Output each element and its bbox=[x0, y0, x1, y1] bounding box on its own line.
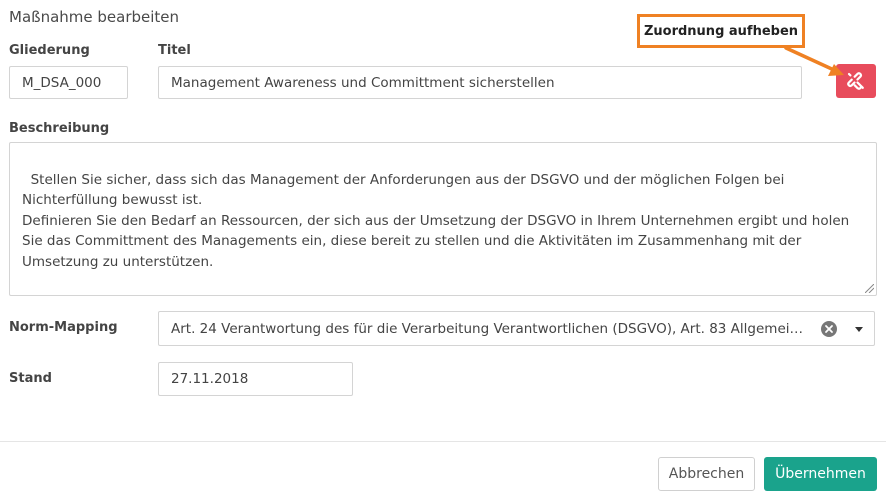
gliederung-field[interactable]: M_DSA_000 bbox=[9, 66, 128, 99]
norm-mapping-select[interactable]: Art. 24 Verantwortung des für die Verarb… bbox=[158, 311, 875, 346]
norm-mapping-label: Norm-Mapping bbox=[9, 320, 118, 335]
norm-mapping-value: Art. 24 Verantwortung des für die Verarb… bbox=[171, 320, 811, 337]
beschreibung-text: Stellen Sie sicher, dass sich das Manage… bbox=[22, 171, 850, 270]
footer-divider bbox=[0, 441, 886, 442]
beschreibung-label: Beschreibung bbox=[9, 121, 110, 136]
clear-selection-icon[interactable] bbox=[821, 321, 837, 337]
annotation-arrow bbox=[784, 46, 844, 76]
stand-label: Stand bbox=[9, 371, 52, 386]
chevron-down-icon[interactable] bbox=[855, 327, 863, 332]
stand-field[interactable]: 27.11.2018 bbox=[158, 362, 353, 396]
cancel-button[interactable]: Abbrechen bbox=[658, 457, 755, 491]
dialog-title: Maßnahme bearbeiten bbox=[9, 8, 180, 26]
titel-label: Titel bbox=[158, 43, 191, 58]
apply-button[interactable]: Übernehmen bbox=[764, 457, 877, 491]
resize-handle-icon[interactable] bbox=[865, 284, 874, 293]
annotation-callout: Zuordnung aufheben bbox=[637, 14, 805, 48]
titel-field[interactable]: Management Awareness und Committment sic… bbox=[158, 66, 802, 99]
gliederung-label: Gliederung bbox=[9, 43, 90, 58]
beschreibung-field[interactable]: Stellen Sie sicher, dass sich das Manage… bbox=[9, 142, 877, 296]
